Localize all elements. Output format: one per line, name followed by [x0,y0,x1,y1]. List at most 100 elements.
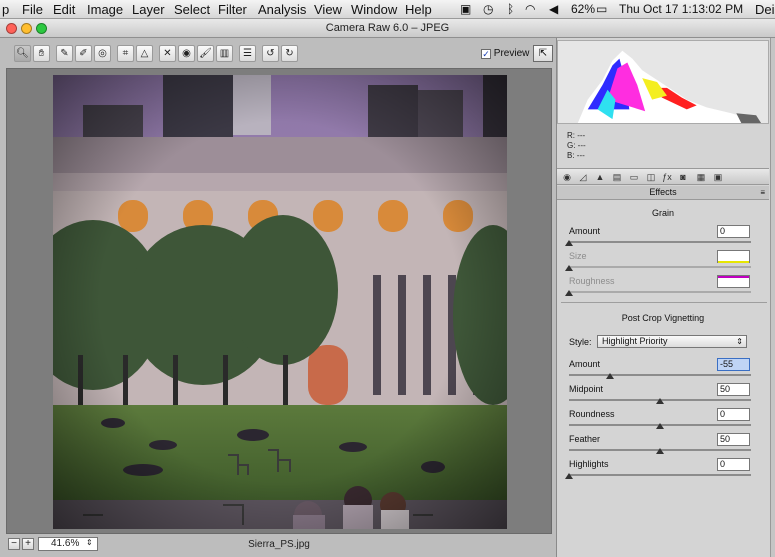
menu-file[interactable]: File [22,2,43,17]
window-title: Camera Raw 6.0 – JPEG [325,22,450,34]
wifi-icon[interactable]: ◠ [525,2,535,16]
color-sampler-tool-icon[interactable]: ✐ [75,45,92,62]
style-select[interactable]: Highlight Priority ⇕ [597,335,747,348]
panel-menu-icon[interactable]: ≡ [760,186,765,199]
green-readout: G: --- [567,141,586,150]
histogram [557,40,769,124]
grain-amount-slider[interactable] [565,240,573,246]
grain-roughness-slider[interactable] [565,290,573,296]
highlights-slider[interactable] [565,473,573,479]
midpoint-slider[interactable] [656,398,664,404]
grain-size-slider[interactable] [565,265,573,271]
menu-image[interactable]: Image [87,2,123,17]
red-readout: R: --- [567,131,586,140]
preferences-icon[interactable]: ☰ [239,45,256,62]
select-arrows-icon: ⇕ [736,337,743,346]
tab-snapshots[interactable]: ▣ [712,171,724,183]
window-title-bar: Camera Raw 6.0 – JPEG [0,19,775,38]
grain-amount-field[interactable]: 0 [717,225,750,238]
vignette-amount-track[interactable] [569,374,751,376]
tab-split-toning[interactable]: ▭ [628,171,640,183]
menu-view[interactable]: View [314,2,342,17]
fullscreen-button[interactable]: ⇱ [533,45,553,62]
panel-scrollbar[interactable] [770,38,775,557]
vignette-amount-label: Amount [569,359,601,369]
crop-tool-icon[interactable]: ⌗ [117,45,134,62]
grain-amount-label: Amount [569,226,601,236]
vignette-amount-field[interactable]: -55 [717,358,750,371]
tab-presets[interactable]: ▦ [695,171,707,183]
menu-help[interactable]: Help [405,2,432,17]
panel-tabs: ◉ ◿ ▲ ▤ ▭ ◫ ƒx ◙ ▦ ▣ [557,168,769,185]
straighten-tool-icon[interactable]: △ [136,45,153,62]
tool-bar: 🔍︎ ✋︎ ✎ ✐ ◎ ⌗ △ ✕ ◉ 🖌︎ ▥ ☰ ↺ ↻ ✓ Preview… [6,44,553,66]
status-row: − + Sierra_PS.jpg 41.6% ⇕ [6,536,552,554]
roundness-field[interactable]: 0 [717,408,750,421]
vignetting-heading: Post Crop Vignetting [621,313,705,323]
highlights-field[interactable]: 0 [717,458,750,471]
grain-size-field[interactable] [717,250,750,263]
grain-amount-track[interactable] [569,241,751,243]
user-menu[interactable]: Dei [755,2,775,17]
red-eye-tool-icon[interactable]: ◉ [178,45,195,62]
grain-roughness-field[interactable] [717,275,750,288]
menu-analysis[interactable]: Analysis [258,2,306,17]
menu-layer[interactable]: Layer [132,2,165,17]
section-divider [561,302,767,303]
rgb-readout: R: --- G: --- B: --- [567,131,586,161]
battery-icon[interactable]: ▭ [596,2,607,16]
roundness-slider[interactable] [656,423,664,429]
image-canvas[interactable] [6,68,552,534]
highlights-track[interactable] [569,474,751,476]
tab-tone-curve[interactable]: ◿ [577,171,589,183]
adjustment-brush-icon[interactable]: 🖌︎ [197,45,214,62]
feather-field[interactable]: 50 [717,433,750,446]
rotate-ccw-icon[interactable]: ↺ [262,45,279,62]
feather-slider[interactable] [656,448,664,454]
tab-camera-calibration[interactable]: ◙ [677,171,689,183]
menu-select[interactable]: Select [174,2,210,17]
tab-hsl[interactable]: ▤ [611,171,623,183]
gamepad-icon[interactable]: ▣ [460,2,471,16]
grain-roughness-label: Roughness [569,276,615,286]
grain-size-label: Size [569,251,587,261]
white-balance-tool-icon[interactable]: ✎ [56,45,73,62]
menu-filter[interactable]: Filter [218,2,247,17]
settings-panel: ▲ ▲ R: --- G: --- B: --- ◉ ◿ ▲ ▤ ▭ ◫ ƒx … [556,38,775,557]
feather-label: Feather [569,434,601,444]
panel-title: Effects ≡ [557,186,769,200]
minimize-window-button[interactable] [21,23,32,34]
photo-preview [53,75,507,529]
app-menu[interactable]: p [2,2,9,17]
menu-window[interactable]: Window [351,2,397,17]
close-window-button[interactable] [6,23,17,34]
preview-checkbox[interactable]: ✓ Preview [481,48,529,59]
rotate-cw-icon[interactable]: ↻ [281,45,298,62]
zoom-dropdown-arrow-icon[interactable]: ⇕ [86,538,93,547]
grain-size-track[interactable] [569,266,751,268]
preview-check-icon[interactable]: ✓ [481,49,491,59]
style-select-value: Highlight Priority [602,336,668,346]
vignette-amount-slider[interactable] [605,373,614,379]
bluetooth-icon[interactable]: ᛒ [507,2,514,16]
menu-edit[interactable]: Edit [53,2,75,17]
spot-removal-tool-icon[interactable]: ✕ [159,45,176,62]
highlights-label: Highlights [569,459,609,469]
tab-effects[interactable]: ƒx [661,171,673,183]
menu-clock[interactable]: Thu Oct 17 1:13:02 PM [619,2,743,16]
tab-basic[interactable]: ◉ [561,171,573,183]
zoom-window-button[interactable] [36,23,47,34]
midpoint-field[interactable]: 50 [717,383,750,396]
zoom-tool-icon[interactable]: 🔍︎ [14,45,31,62]
grain-heading: Grain [651,208,674,218]
graduated-filter-icon[interactable]: ▥ [216,45,233,62]
blue-readout: B: --- [567,151,585,160]
tab-detail[interactable]: ▲ [594,171,606,183]
target-adjustment-tool-icon[interactable]: ◎ [94,45,111,62]
time-machine-icon[interactable]: ◷ [483,2,493,16]
grain-roughness-track[interactable] [569,291,751,293]
volume-icon[interactable]: ◀ [549,2,558,16]
midpoint-label: Midpoint [569,384,604,394]
tab-lens-corrections[interactable]: ◫ [645,171,657,183]
hand-tool-icon[interactable]: ✋︎ [33,45,50,62]
